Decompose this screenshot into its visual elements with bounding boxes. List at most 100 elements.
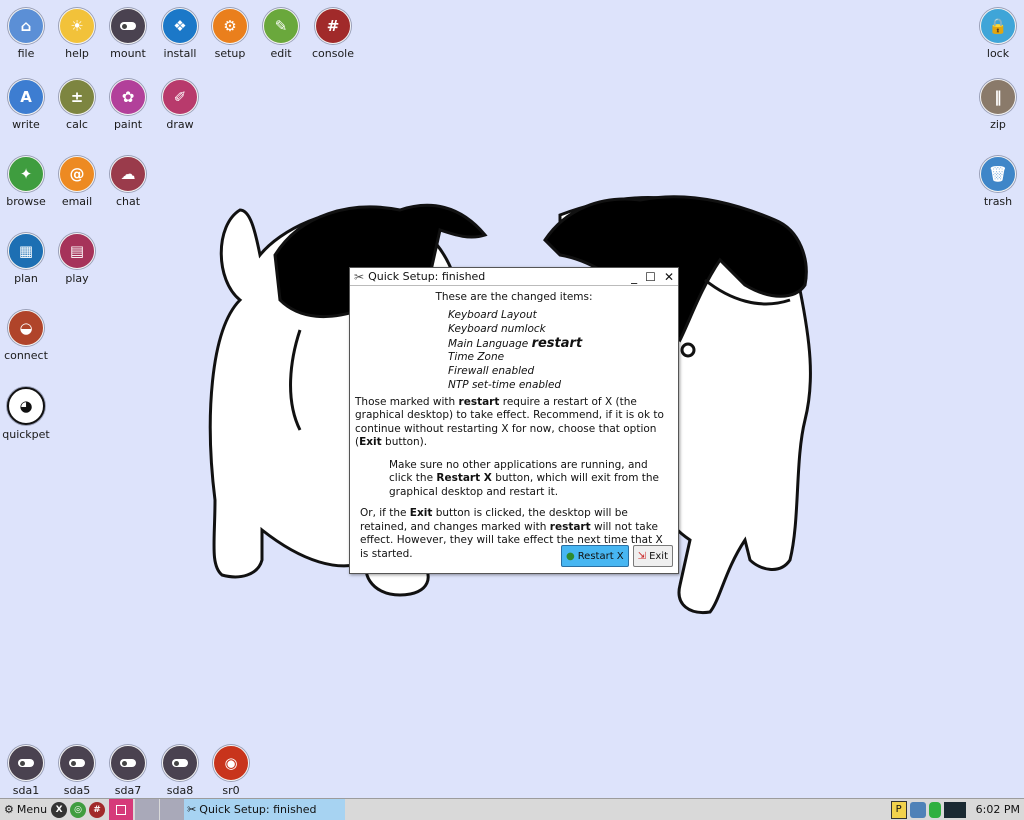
- exit-button[interactable]: ⇲ Exit: [632, 545, 673, 567]
- desktop-icon-trash[interactable]: 🗑 trash: [968, 156, 1024, 208]
- desktop-icon-mount[interactable]: mount: [98, 8, 158, 60]
- dialog-titlebar[interactable]: ✂ Quick Setup: finished _ ☐ ✕: [350, 268, 678, 286]
- calculator-icon: ±: [59, 79, 95, 115]
- icon-label: sda1: [12, 784, 40, 797]
- tools-icon: ✂: [354, 269, 365, 284]
- icon-label: install: [163, 47, 197, 60]
- draw-icon: ✐: [162, 79, 198, 115]
- trash-can-icon: 🗑: [980, 156, 1016, 192]
- list-item: Keyboard numlock: [448, 322, 546, 335]
- close-icon[interactable]: ✕: [664, 270, 674, 284]
- changed-items-heading: These are the changed items:: [435, 291, 593, 303]
- restart-x-instructions: Make sure no other applications are runn…: [389, 458, 660, 498]
- desktop-icon-edit[interactable]: ✎ edit: [251, 8, 311, 60]
- desktop-pager-3[interactable]: [160, 799, 185, 820]
- menu-logo-icon: ⚙: [4, 803, 14, 816]
- desktop-icon-sda7[interactable]: sda7: [98, 745, 158, 797]
- clock[interactable]: 6:02 PM: [976, 803, 1020, 816]
- zipper-icon: ‖: [980, 79, 1016, 115]
- network-tray-icon[interactable]: [909, 801, 926, 818]
- taskbar: ⚙ Menu X ◎ # ✂ Quick Setup: finished P 6…: [0, 798, 1024, 820]
- minimize-icon[interactable]: _: [631, 270, 637, 284]
- menu-button[interactable]: ⚙ Menu: [0, 799, 51, 820]
- icon-label: paint: [113, 118, 143, 131]
- padlock-icon: 🔒: [980, 8, 1016, 44]
- storage-tray-icon[interactable]: [928, 801, 941, 818]
- drive-toggle-icon: [110, 745, 146, 781]
- desktop-icon-play[interactable]: ▤ play: [47, 233, 107, 285]
- icon-label: browse: [6, 195, 46, 208]
- drive-toggle-icon: [59, 745, 95, 781]
- icon-label: sda5: [63, 784, 91, 797]
- desktop-icon-paint[interactable]: ✿ paint: [98, 79, 158, 131]
- icon-label: sda8: [166, 784, 194, 797]
- palette-icon: ✿: [110, 79, 146, 115]
- desktop-icon-connect[interactable]: ◒ connect: [0, 310, 56, 362]
- calendar-icon: ▦: [8, 233, 44, 269]
- restart-x-button[interactable]: ● Restart X: [560, 545, 629, 567]
- compass-icon: ✦: [8, 156, 44, 192]
- drive-toggle-icon: [162, 745, 198, 781]
- desktop-icon-quickpet[interactable]: ◕ quickpet: [0, 387, 56, 441]
- maximize-icon[interactable]: ☐: [645, 270, 656, 284]
- icon-label: play: [65, 272, 89, 285]
- icon-label: trash: [983, 195, 1013, 208]
- changed-items-list: Keyboard Layout Keyboard numlock Main La…: [448, 309, 678, 393]
- taskbar-task-quick-setup[interactable]: ✂ Quick Setup: finished: [184, 799, 346, 820]
- restart-tag: restart: [531, 335, 583, 351]
- quickpet-dog-icon: ◕: [7, 387, 45, 425]
- dropbox-box-icon: ❖: [162, 8, 198, 44]
- tools-icon: ✂: [187, 803, 197, 816]
- toggle-icon: [110, 8, 146, 44]
- desktop-icon-zip[interactable]: ‖ zip: [968, 79, 1024, 131]
- pupclip-tray-icon[interactable]: P: [890, 800, 907, 819]
- desktop-icon-sr0[interactable]: ◉ sr0: [201, 745, 261, 797]
- desktop-pager-1[interactable]: [109, 799, 134, 820]
- icon-label: zip: [990, 118, 1006, 131]
- icon-label: mount: [110, 47, 146, 60]
- dialog-title: Quick Setup: finished: [368, 270, 486, 283]
- browser-launcher-icon[interactable]: ◎: [70, 801, 87, 818]
- icon-label: sr0: [222, 784, 240, 797]
- optical-drive-icon: ◉: [213, 745, 249, 781]
- icon-label: file: [17, 47, 35, 60]
- console-launcher-icon[interactable]: #: [89, 801, 106, 818]
- list-item: NTP set-time enabled: [448, 378, 562, 391]
- chat-icon: ☁: [110, 156, 146, 192]
- icon-label: plan: [14, 272, 38, 285]
- volume-tray-icon[interactable]: [943, 801, 966, 818]
- quick-setup-dialog: ✂ Quick Setup: finished _ ☐ ✕ These are …: [349, 267, 679, 574]
- write-icon: A: [8, 79, 44, 115]
- drive-toggle-icon: [8, 745, 44, 781]
- at-sign-icon: @: [59, 156, 95, 192]
- lightbulb-icon: ☀: [59, 8, 95, 44]
- x-restart-launcher-icon[interactable]: X: [51, 801, 68, 818]
- list-item: Time Zone: [448, 350, 505, 363]
- list-item: Keyboard Layout: [448, 308, 537, 321]
- folder-home-icon: ⌂: [8, 8, 44, 44]
- icon-label: edit: [270, 47, 292, 60]
- icon-label: write: [12, 118, 40, 131]
- desktop-icon-draw[interactable]: ✐ draw: [150, 79, 210, 131]
- icon-label: help: [65, 47, 89, 60]
- icon-label: quickpet: [2, 428, 50, 441]
- desktop-icon-console[interactable]: # console: [303, 8, 363, 60]
- icon-label: lock: [986, 47, 1010, 60]
- restart-explanation: Those marked with restart require a rest…: [355, 395, 664, 449]
- desktop-pager-2[interactable]: [135, 799, 160, 820]
- icon-label: draw: [166, 118, 194, 131]
- icon-label: console: [311, 47, 355, 60]
- list-item: Firewall enabled: [448, 364, 535, 377]
- restart-icon: ●: [565, 550, 575, 562]
- pencil-icon: ✎: [263, 8, 299, 44]
- clapper-icon: ▤: [59, 233, 95, 269]
- icon-label: setup: [214, 47, 246, 60]
- desktop-icon-chat[interactable]: ☁ chat: [98, 156, 158, 208]
- gear-icon: ⚙: [212, 8, 248, 44]
- satellite-dish-icon: ◒: [8, 310, 44, 346]
- icon-label: calc: [66, 118, 88, 131]
- icon-label: email: [61, 195, 93, 208]
- icon-label: sda7: [114, 784, 142, 797]
- icon-label: connect: [4, 349, 48, 362]
- desktop-icon-lock[interactable]: 🔒 lock: [968, 8, 1024, 60]
